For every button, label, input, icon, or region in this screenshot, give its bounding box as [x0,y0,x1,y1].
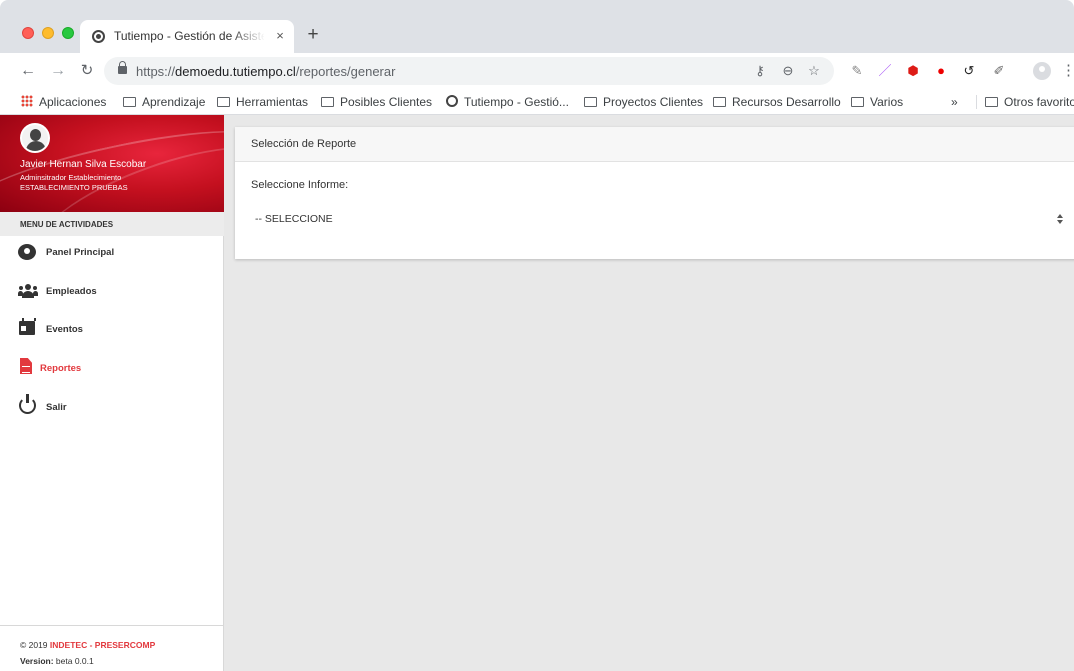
bookmark-varios[interactable]: Varios [851,94,903,110]
bookmark-posibles-clientes[interactable]: Posibles Clientes [321,94,432,110]
bookmark-proyectos-clientes[interactable]: Proyectos Clientes [584,94,703,110]
folder-icon [217,97,230,107]
apps-icon [21,95,33,107]
folder-icon [321,97,334,107]
extension-sync-icon[interactable]: ↺ [960,62,978,80]
new-tab-button[interactable]: + [304,25,322,44]
globe-icon [446,95,458,107]
bookmark-star-icon[interactable]: ☆ [806,63,822,79]
calendar-icon [19,318,36,335]
card-title: Selección de Reporte [251,138,357,150]
folder-icon [584,97,597,107]
main-content: Selección de Reporte Seleccione Informe:… [224,115,1074,671]
sidebar-item-reportes[interactable]: Reportes [0,352,224,388]
report-selection-card: Selección de Reporte Seleccione Informe:… [235,127,1074,259]
bookmarks-bar: Aplicaciones Aprendizaje Herramientas Po… [0,89,1074,115]
sidebar-item-label: Reportes [40,363,82,374]
sidebar-item-salir[interactable]: Salir [0,391,224,427]
sidebar-item-eventos[interactable]: Eventos [0,313,224,349]
brand-link[interactable]: INDETEC - PRESERCOMP [50,640,155,650]
version-text: Version: beta 0.0.1 [20,656,94,666]
profile-header: Javier Hernan Silva Escobar Adminsitrado… [0,115,224,212]
sidebar-item-label: Eventos [46,324,83,335]
folder-icon [985,97,998,107]
extension-angular-icon[interactable]: ⬢ [904,62,922,80]
card-header: Selección de Reporte [235,127,1074,162]
sidebar-item-panel-principal[interactable]: Panel Principal [0,236,224,272]
lock-icon [118,61,127,74]
bookmark-tutiempo[interactable]: Tutiempo - Gestió... [446,94,569,110]
sidebar-item-empleados[interactable]: Empleados [0,275,224,311]
user-establishment: ESTABLECIMIENTO PRUEBAS [20,183,128,192]
extension-pencil-icon[interactable]: ✎ [848,62,866,80]
url-text[interactable]: https://demoedu.tutiempo.cl/reportes/gen… [136,64,395,79]
tab-favicon-icon [92,30,105,43]
zoom-icon[interactable]: ⊖ [780,63,796,79]
key-icon[interactable]: ⚷ [752,63,768,79]
bookmarks-separator [976,95,977,109]
extension-opera-icon[interactable]: ● [932,62,950,80]
extension-eyedropper-icon[interactable]: ✐ [990,62,1008,80]
tab-close-button[interactable]: × [272,28,288,44]
reload-button[interactable]: ↻ [77,61,97,81]
browser-tab-bar: Tutiempo - Gestión de Asistencia × + [0,0,1074,53]
power-icon [19,394,36,414]
menu-title: MENU DE ACTIVIDADES [0,212,224,236]
back-button[interactable]: ← [18,61,38,81]
user-avatar-icon [20,123,50,153]
file-icon [20,358,32,374]
bookmark-herramientas[interactable]: Herramientas [217,94,308,110]
sidebar-item-label: Empleados [46,286,97,297]
copyright-text: © 2019 INDETEC - PRESERCOMP [20,640,156,650]
bookmark-recursos-desarrollo[interactable]: Recursos Desarrollo [713,94,841,110]
window-minimize-button[interactable] [42,27,54,39]
dashboard-gauge-icon [18,244,36,260]
folder-icon [123,97,136,107]
select-arrows-icon [1055,211,1065,225]
window-close-button[interactable] [22,27,34,39]
report-select-value: -- SELECCIONE [255,213,333,225]
users-icon [18,282,38,300]
window-maximize-button[interactable] [62,27,74,39]
user-name: Javier Hernan Silva Escobar [20,159,147,170]
sidebar-footer: © 2019 INDETEC - PRESERCOMP Version: bet… [0,625,224,671]
browser-tab-active[interactable]: Tutiempo - Gestión de Asistencia × [80,20,294,53]
profile-avatar-icon[interactable] [1033,62,1051,80]
sidebar-item-label: Salir [46,402,67,413]
bookmarks-overflow-button[interactable]: » [951,94,958,110]
sidebar-item-label: Panel Principal [46,247,115,258]
browser-menu-icon[interactable]: ⋮ [1061,61,1074,79]
bookmark-aprendizaje[interactable]: Aprendizaje [123,94,205,110]
report-select[interactable]: -- SELECCIONE [251,213,1065,233]
browser-toolbar: ← → ↻ https://demoedu.tutiempo.cl/report… [0,53,1074,89]
address-bar[interactable]: https://demoedu.tutiempo.cl/reportes/gen… [104,57,834,85]
report-field-label: Seleccione Informe: [251,179,349,191]
extension-feather-icon[interactable]: ／ [876,62,894,80]
bookmark-otros-favoritos[interactable]: Otros favoritos [985,94,1074,110]
folder-icon [851,97,864,107]
forward-button[interactable]: → [48,61,68,81]
user-role: Adminsitrador Establecimiento [20,173,122,182]
bookmark-apps[interactable]: Aplicaciones [21,94,106,110]
sidebar: Javier Hernan Silva Escobar Adminsitrado… [0,115,224,671]
folder-icon [713,97,726,107]
